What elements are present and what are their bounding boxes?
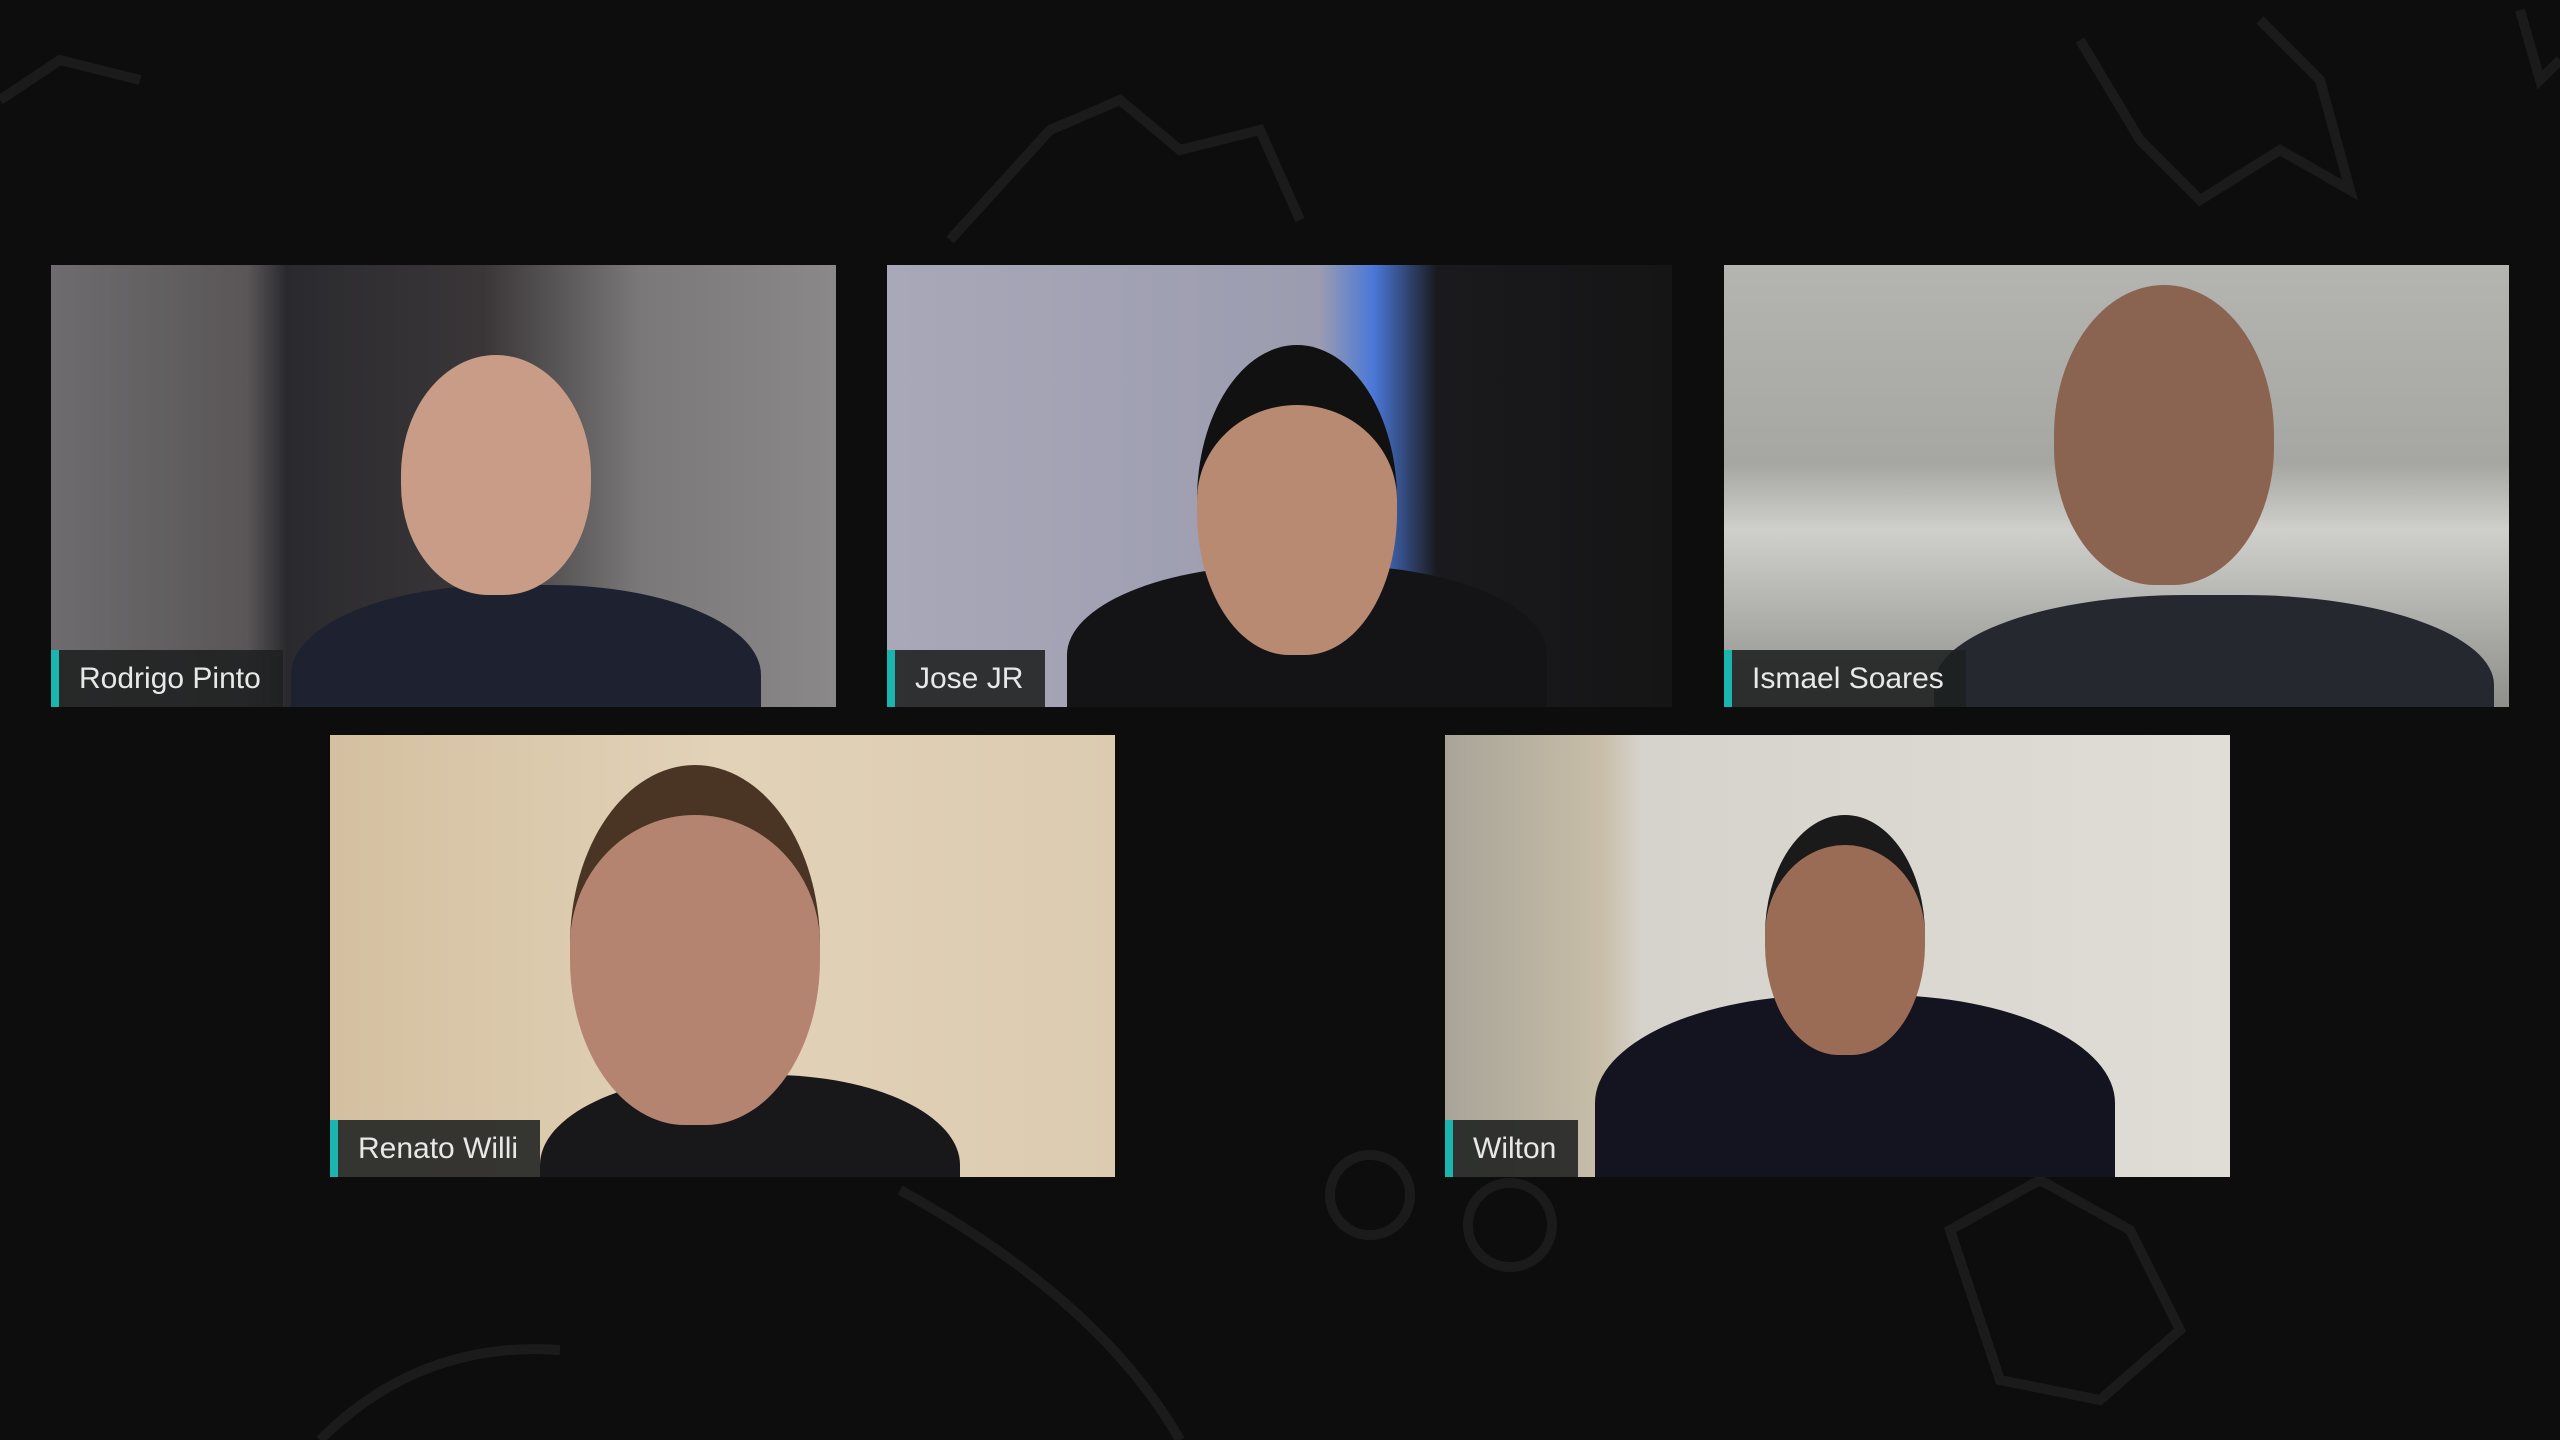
video-tile-rodrigo-pinto[interactable]: Rodrigo Pinto <box>51 265 836 707</box>
video-tile-wilton[interactable]: Wilton <box>1445 735 2230 1177</box>
video-tile-ismael-soares[interactable]: Ismael Soares <box>1724 265 2509 707</box>
video-tile-renato-willi[interactable]: Renato Willi <box>330 735 1115 1177</box>
background-leaf-pattern <box>0 8 2560 1440</box>
participant-name: Rodrigo Pinto <box>79 661 261 695</box>
name-label: Ismael Soares <box>1724 650 1966 707</box>
video-tile-jose-jr[interactable]: Jose JR <box>887 265 1672 707</box>
name-label: Renato Willi <box>330 1120 541 1177</box>
participant-name: Wilton <box>1473 1131 1557 1165</box>
name-label: Jose JR <box>887 650 1046 707</box>
name-label: Wilton <box>1445 1120 1579 1177</box>
name-label: Rodrigo Pinto <box>51 650 283 707</box>
participant-name: Jose JR <box>915 661 1024 695</box>
participant-name: Renato Willi <box>358 1131 519 1165</box>
participant-name: Ismael Soares <box>1752 661 1944 695</box>
